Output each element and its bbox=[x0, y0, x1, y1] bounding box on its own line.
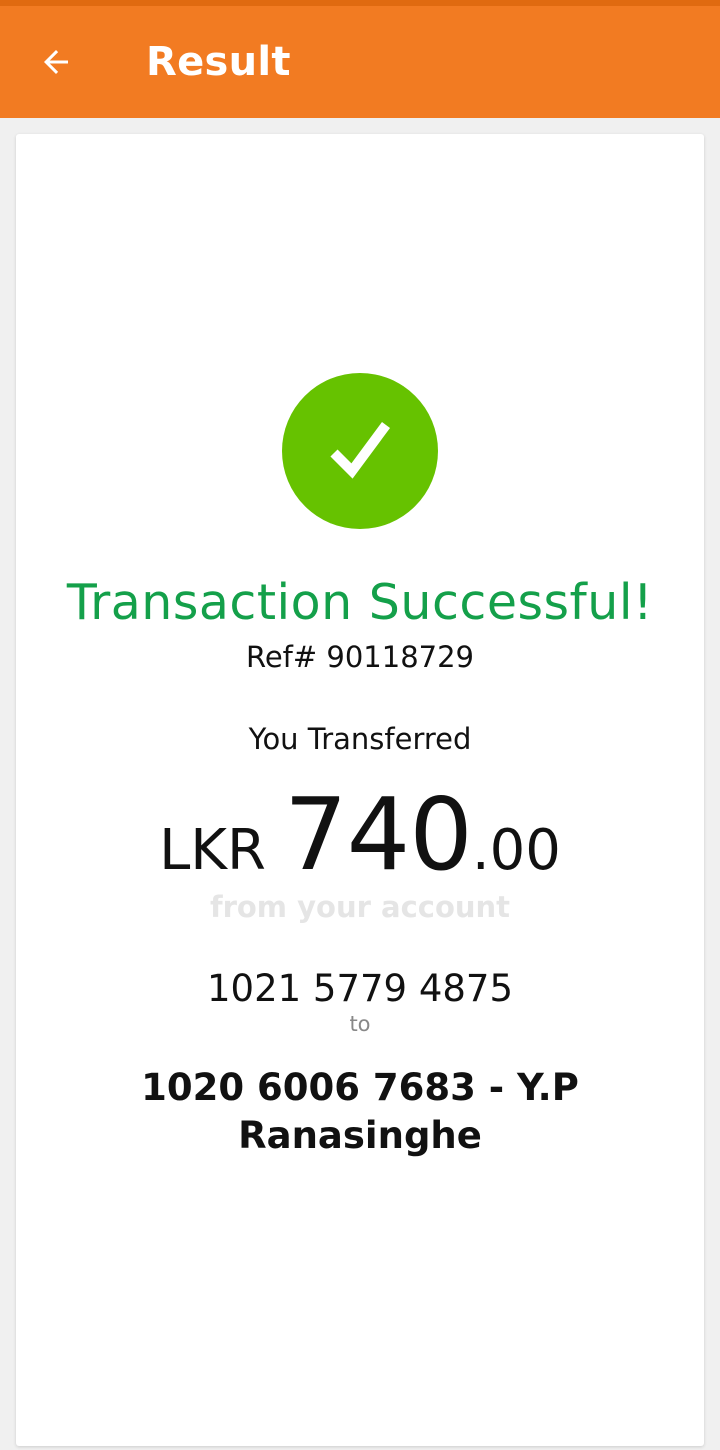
from-label: from your account bbox=[209, 890, 511, 924]
transfer-label: You Transferred bbox=[248, 722, 472, 756]
amount: LKR 740.00 bbox=[16, 776, 704, 893]
back-button[interactable] bbox=[22, 28, 90, 96]
amount-minor: .00 bbox=[471, 818, 561, 883]
amount-currency: LKR bbox=[159, 818, 266, 883]
check-icon bbox=[330, 422, 391, 479]
amount-major: 740 bbox=[283, 776, 473, 893]
reference-number: Ref# 90118729 bbox=[245, 640, 475, 674]
success-badge bbox=[282, 373, 438, 529]
arrow-left-icon bbox=[44, 50, 68, 74]
status-title: Transaction Successful! bbox=[66, 574, 654, 631]
page-title: Result bbox=[146, 39, 291, 85]
to-account: 1020 6006 7683 - Y.P Ranasinghe bbox=[141, 1066, 579, 1157]
from-account-number: 1021 5779 4875 bbox=[206, 967, 513, 1010]
result-card: Transaction Successful! Ref# 90118729 Yo… bbox=[16, 134, 704, 1446]
app-bar: Result bbox=[0, 6, 720, 118]
to-label: to bbox=[349, 1012, 371, 1036]
